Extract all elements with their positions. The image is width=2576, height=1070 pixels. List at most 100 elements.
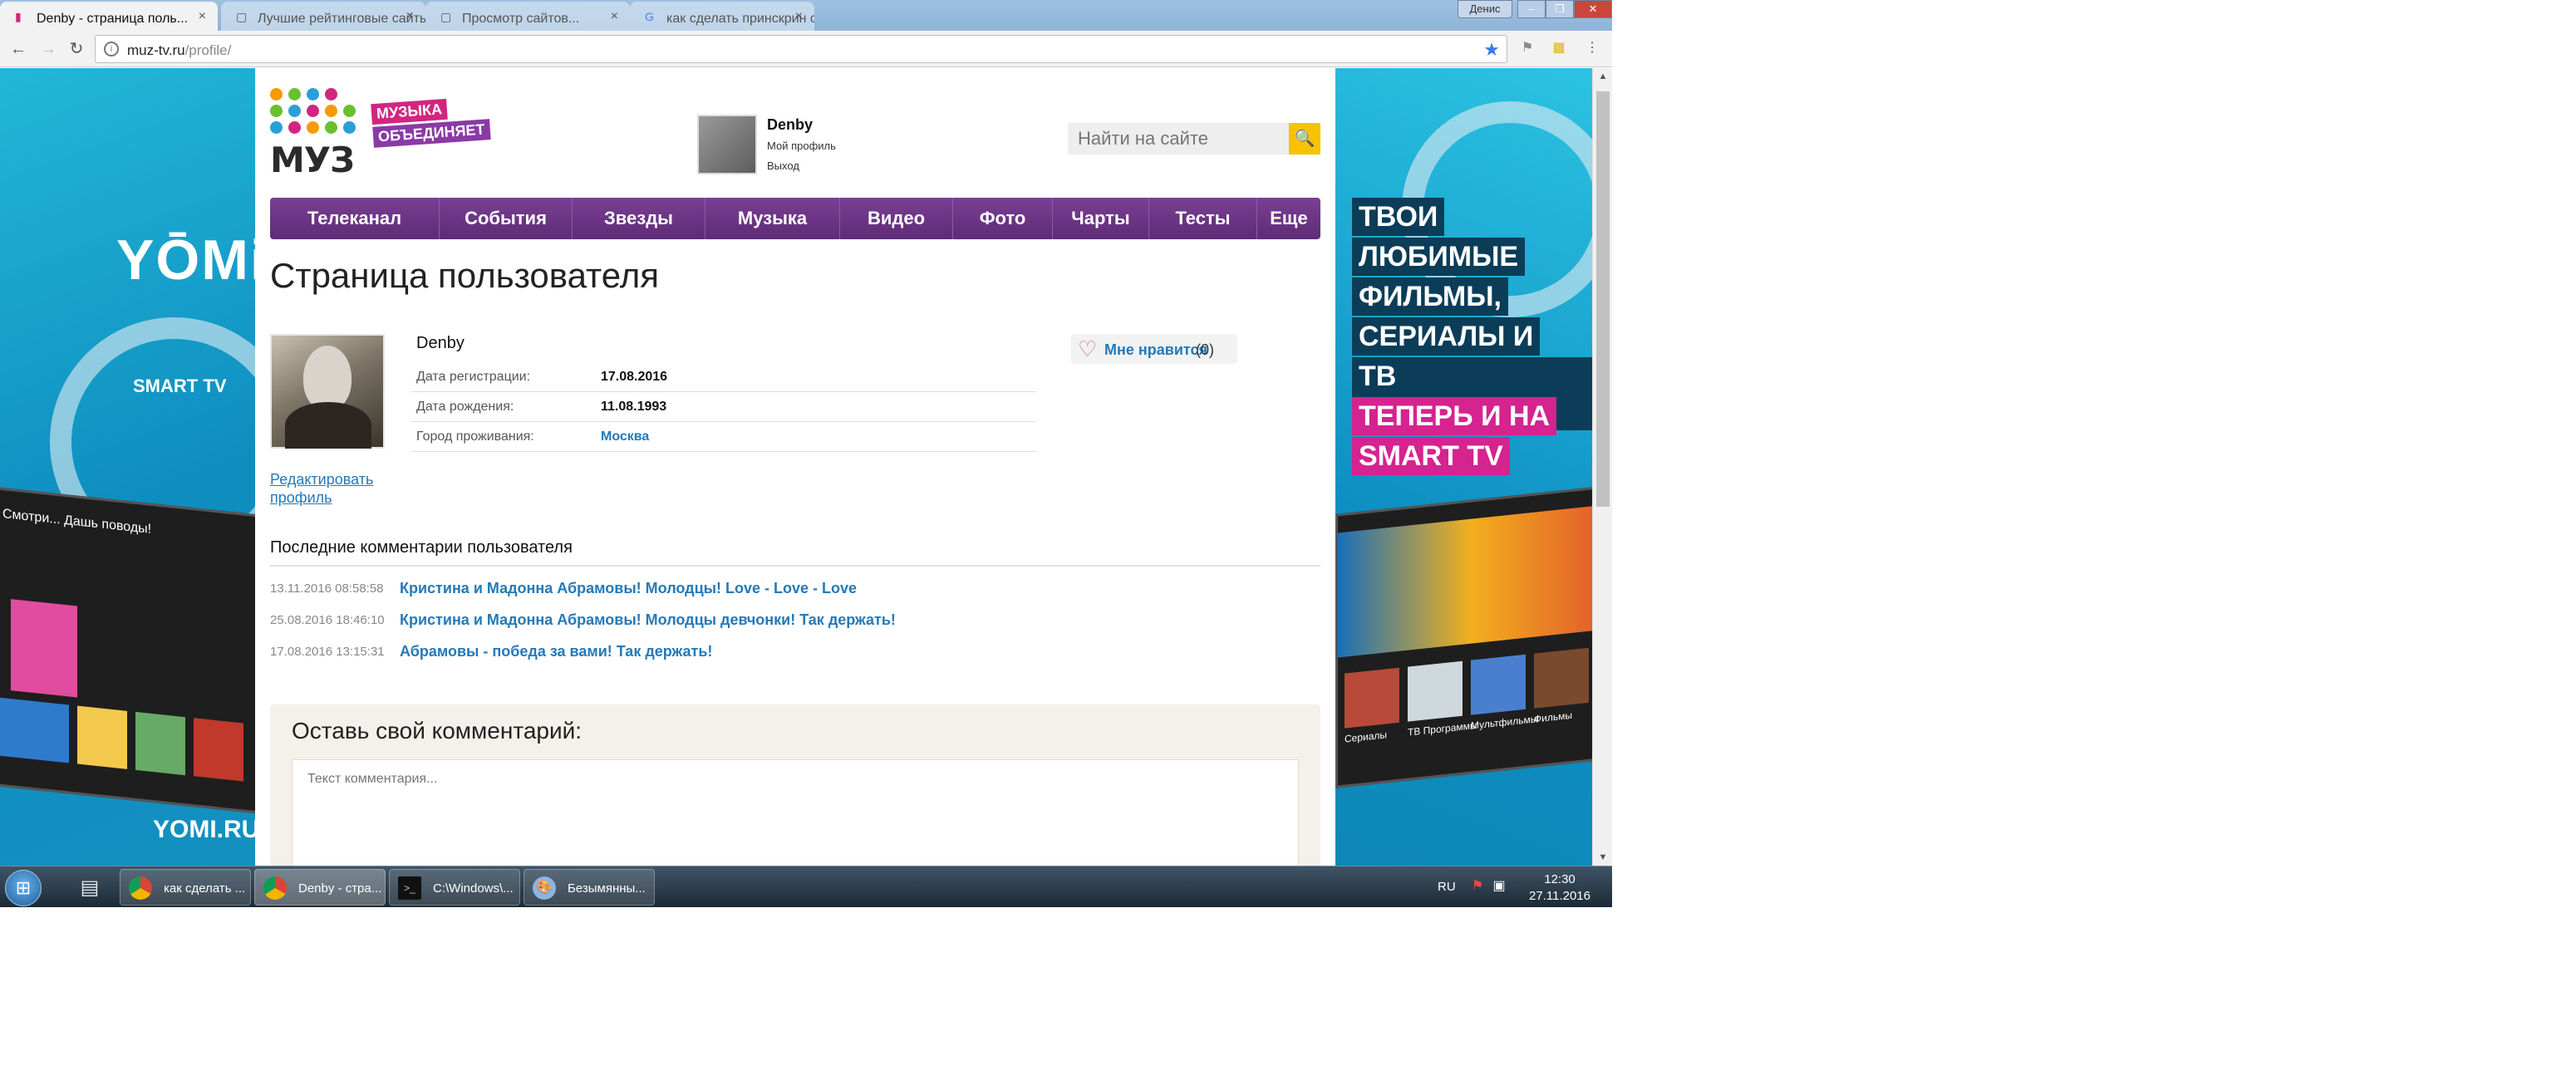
close-icon[interactable]: ×: [406, 9, 414, 24]
info-icon[interactable]: i: [104, 42, 119, 56]
network-icon[interactable]: ▣: [1491, 878, 1507, 895]
menu-item-foto[interactable]: Фото: [953, 198, 1053, 239]
taskbar-item-cmd[interactable]: >_ C:\Windows\...: [389, 869, 520, 906]
page-favicon-icon: ▢: [440, 10, 452, 23]
close-window-button[interactable]: ✕: [1574, 0, 1612, 18]
left-advertisement[interactable]: YŌMi SMART TV Смотри... Дашь поводы! YOM…: [0, 68, 255, 866]
extension-icon[interactable]: ⚑: [1519, 40, 1536, 56]
menu-item-eshche[interactable]: Еще: [1257, 198, 1320, 239]
comment-link[interactable]: Кристина и Мадонна Абрамовы! Молодцы! Lo…: [400, 580, 857, 597]
start-button[interactable]: ⊞: [5, 870, 42, 906]
maximize-button[interactable]: ❐: [1546, 0, 1574, 18]
menu-item-telekanal[interactable]: Телеканал: [270, 198, 440, 239]
search-box: 🔍: [1068, 123, 1320, 155]
tagline-line-1: МУЗЫКА: [371, 98, 448, 125]
heart-icon: ♡: [1078, 336, 1098, 361]
tab-screenshot-search[interactable]: G как сделать принскрин с... ×: [630, 2, 814, 31]
tab-title: Denby - страница поль...: [37, 12, 189, 26]
comment-link[interactable]: Кристина и Мадонна Абрамовы! Молодцы дев…: [400, 611, 896, 629]
window-controls: Денис – ❐ ✕: [1458, 0, 1612, 18]
scroll-down-arrow-icon[interactable]: ▼: [1593, 849, 1612, 866]
smart-tv-label: SMART TV: [133, 375, 227, 396]
minimize-button[interactable]: –: [1517, 0, 1546, 18]
comment-date: 17.08.2016 13:15:31: [270, 645, 385, 659]
search-button[interactable]: 🔍: [1289, 123, 1320, 155]
ad-screen-label: ТВ Программы: [1408, 719, 1477, 739]
close-icon[interactable]: ×: [199, 9, 206, 24]
logo-wordmark: МУЗ: [270, 140, 355, 180]
info-label: Город проживания:: [416, 429, 534, 444]
user-name[interactable]: Denby: [767, 116, 813, 134]
info-row: Дата рождения: 11.08.1993: [411, 392, 1036, 422]
flag-icon[interactable]: ⚑: [1469, 878, 1486, 895]
language-indicator[interactable]: RU: [1438, 880, 1456, 894]
clock[interactable]: 12:30 27.11.2016: [1529, 871, 1590, 905]
comment-date: 13.11.2016 08:58:58: [270, 582, 384, 596]
scroll-up-arrow-icon[interactable]: ▲: [1593, 68, 1612, 85]
logout-link[interactable]: Выход: [767, 160, 799, 172]
tab-sites[interactable]: ▢ Просмотр сайтов... ×: [425, 2, 630, 31]
site-content: МУЗ МУЗЫКА ОБЪЕДИНЯЕТ Denby Мой профиль …: [255, 68, 1335, 866]
taskbar-item-chrome-denby[interactable]: Denby - стра...: [254, 869, 386, 906]
reload-icon[interactable]: ↻: [65, 37, 88, 61]
menu-item-charty[interactable]: Чарты: [1053, 198, 1149, 239]
page-viewport: YŌMi SMART TV Смотри... Дашь поводы! YOM…: [0, 68, 1592, 866]
browser-tab-strip: ▮ Denby - страница поль... × ▢ Лучшие ре…: [0, 0, 1612, 31]
right-advertisement[interactable]: ТВОИ ЛЮБИМЫЕ ФИЛЬМЫ, СЕРИАЛЫ И ТВ ПРОГРА…: [1335, 68, 1592, 866]
taskbar-item-label: Denby - стра...: [298, 881, 382, 896]
main-menu: Телеканал События Звезды Музыка Видео Фо…: [270, 198, 1320, 239]
address-bar[interactable]: i muz-tv.ru/profile/ ★: [95, 35, 1507, 63]
forward-arrow-icon[interactable]: →: [37, 37, 60, 61]
menu-item-muzyka[interactable]: Музыка: [705, 198, 840, 239]
my-profile-link[interactable]: Мой профиль: [767, 140, 836, 152]
edit-profile-link[interactable]: Редактировать профиль: [270, 470, 373, 507]
comment-link[interactable]: Абрамовы - победа за вами! Так держать!: [400, 643, 712, 660]
menu-item-testy[interactable]: Тесты: [1149, 198, 1257, 239]
taskbar-item-chrome-search[interactable]: как сделать ...: [120, 869, 251, 906]
ad-screen-label: Фильмы: [1534, 709, 1572, 725]
tab-title: Просмотр сайтов...: [462, 12, 580, 26]
comment-textarea[interactable]: [292, 759, 1299, 866]
menu-item-video[interactable]: Видео: [840, 198, 953, 239]
city-link[interactable]: Москва: [601, 429, 649, 444]
menu-item-zvezdy[interactable]: Звезды: [573, 198, 705, 239]
search-input[interactable]: [1068, 123, 1289, 155]
profile-photo: [270, 334, 385, 449]
close-icon[interactable]: ×: [795, 9, 803, 24]
bookmark-star-icon[interactable]: ★: [1483, 39, 1500, 61]
user-avatar[interactable]: [697, 115, 757, 174]
yomi-url: YOMI.RU: [153, 816, 255, 843]
chrome-icon: [129, 876, 152, 900]
tab-ratings[interactable]: ▢ Лучшие рейтинговые сайты... ×: [221, 2, 425, 31]
comment-form-title: Оставь свой комментарий:: [292, 718, 583, 744]
scrollbar-thumb[interactable]: [1596, 91, 1610, 507]
tab-title: Лучшие рейтинговые сайты...: [258, 12, 425, 26]
taskbar-item-paint[interactable]: 🎨 Безымянны...: [524, 869, 655, 906]
tab-denby-profile[interactable]: ▮ Denby - страница поль... ×: [0, 2, 218, 31]
yomi-logo: YŌMi: [116, 228, 255, 292]
divider: [270, 565, 1320, 567]
back-arrow-icon[interactable]: ←: [7, 37, 30, 61]
like-button[interactable]: ♡ Мне нравится (0): [1071, 334, 1237, 364]
ad-slogan-line: ТЕПЕРЬ И НА: [1352, 397, 1557, 435]
menu-item-sobytiya[interactable]: События: [440, 198, 573, 239]
taskbar-item-label: C:\Windows\...: [433, 881, 514, 896]
show-desktop-icon[interactable]: ▤: [73, 873, 106, 903]
user-box: Denby Мой профиль Выход: [697, 115, 913, 178]
info-label: Дата рождения:: [416, 400, 514, 414]
tv-screen-image: Смотри... Дашь поводы!: [0, 485, 255, 814]
extension-icon[interactable]: ▦: [1551, 40, 1567, 56]
taskbar-item-label: Безымянны...: [568, 881, 646, 896]
ad-screen-label: Сериалы: [1345, 729, 1388, 745]
profile-button[interactable]: Денис: [1458, 0, 1512, 18]
url-text: muz-tv.ru/profile/: [127, 42, 232, 58]
menu-kebab-icon[interactable]: ⋮: [1584, 40, 1600, 56]
comment-form: Оставь свой комментарий:: [270, 704, 1320, 866]
ad-screen-label: Мультфильмы: [1471, 713, 1538, 732]
close-icon[interactable]: ×: [611, 9, 618, 24]
tv-screen-text: Смотри... Дашь поводы!: [2, 507, 152, 537]
ad-slogan-line: ТВОИ: [1352, 198, 1445, 236]
comment-date: 25.08.2016 18:46:10: [270, 613, 385, 627]
vertical-scrollbar[interactable]: ▲ ▼: [1592, 68, 1612, 866]
clock-date: 27.11.2016: [1529, 889, 1590, 903]
